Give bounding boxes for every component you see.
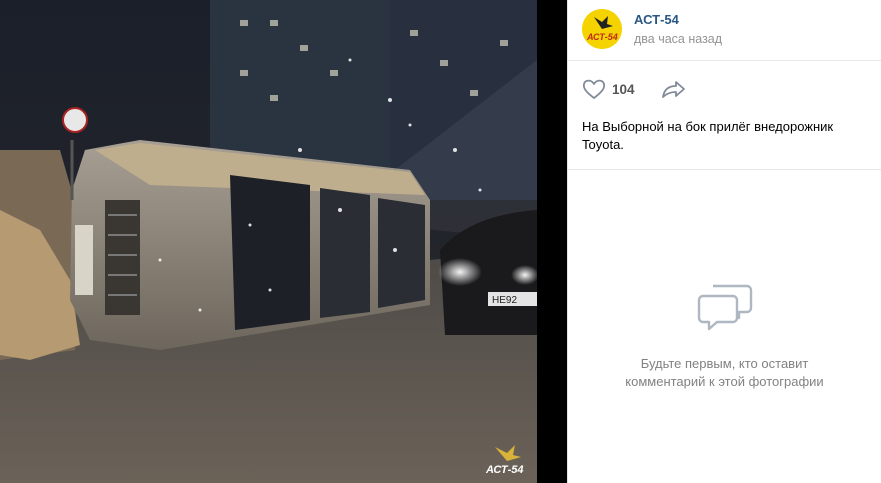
plate-text: НЕ92 <box>492 295 517 306</box>
post-header: АСТ-54 АСТ-54 два часа назад <box>568 0 881 61</box>
post-side-panel: АСТ-54 АСТ-54 два часа назад 104 На Выбо… <box>567 0 881 483</box>
avatar[interactable]: АСТ-54 <box>582 9 622 49</box>
watermark-text: АСТ-54 <box>485 464 524 475</box>
comments-empty-state: Будьте первым, кто оставит комментарий к… <box>568 282 881 391</box>
like-count: 104 <box>612 81 635 97</box>
share-icon <box>661 81 685 98</box>
photo-image: НЕ92 <box>0 0 537 483</box>
comments-empty-line1: Будьте первым, кто оставит <box>640 356 809 371</box>
watermark-logo-icon: АСТ-54 <box>485 445 524 475</box>
comments-divider <box>568 169 881 170</box>
avatar-logo-icon: АСТ-54 <box>582 9 622 49</box>
avatar-text: АСТ-54 <box>586 32 618 42</box>
photo-watermark: АСТ-54 <box>485 443 531 475</box>
comments-empty-message: Будьте первым, кто оставит комментарий к… <box>605 355 845 391</box>
author-name[interactable]: АСТ-54 <box>634 12 679 27</box>
comments-empty-line2: комментарий к этой фотографии <box>625 374 824 389</box>
post-caption: На Выборной на бок прилёг внедорожник To… <box>582 119 834 152</box>
comments-icon <box>697 282 753 337</box>
share-button[interactable] <box>661 79 687 99</box>
photo-viewer: НЕ92 АСТ-54 <box>0 0 567 483</box>
post-actions: 104 <box>582 78 687 100</box>
like-button[interactable]: 104 <box>582 78 635 100</box>
heart-icon <box>582 79 606 99</box>
post-time[interactable]: два часа назад <box>634 32 722 46</box>
post-photo[interactable]: НЕ92 АСТ-54 <box>0 0 537 483</box>
